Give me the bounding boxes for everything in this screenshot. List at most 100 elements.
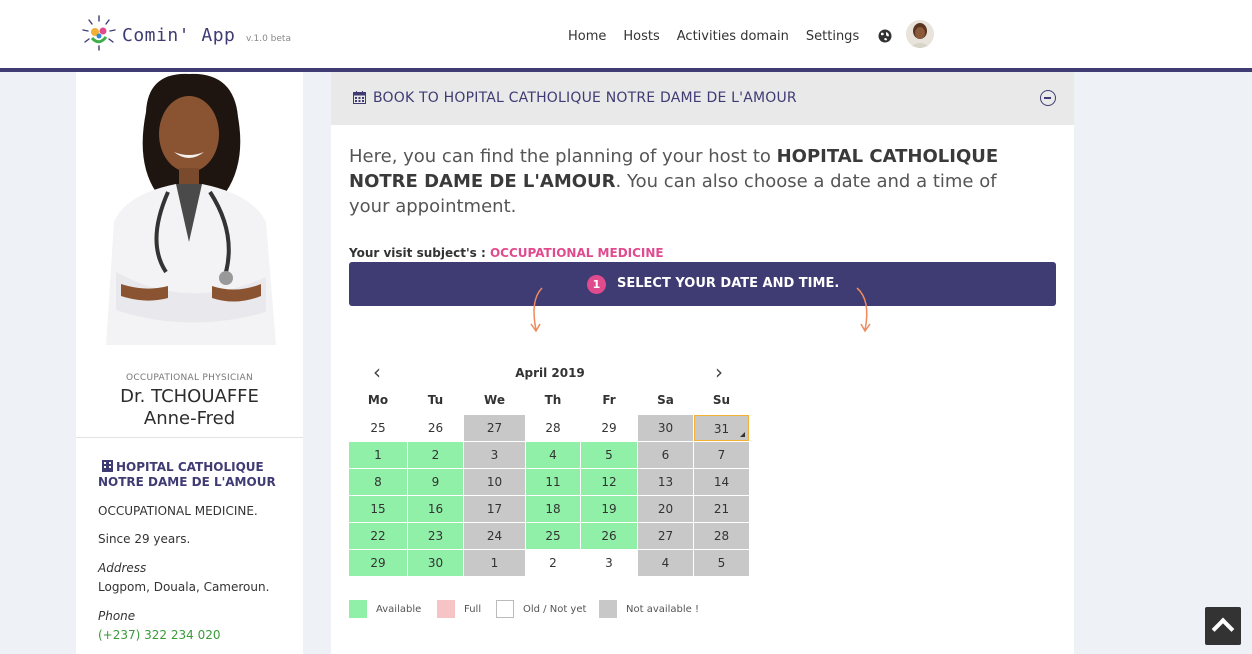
calendar-day: 28 (526, 415, 580, 441)
phone-label: Phone (98, 609, 136, 623)
visit-subject-label: Your visit subject's : (349, 246, 490, 260)
calendar-day: 30 (638, 415, 693, 441)
booking-intro: Here, you can find the planning of your … (349, 144, 1039, 219)
month-title[interactable]: April 2019 (349, 366, 751, 380)
nav-home[interactable]: Home (568, 29, 606, 44)
legend-swatch (349, 600, 367, 618)
calendar-day: 10 (464, 469, 525, 495)
scroll-to-top-button[interactable] (1205, 607, 1241, 645)
calendar-day: 14 (694, 469, 749, 495)
calendar-icon (353, 91, 366, 104)
calendar-day: 13 (638, 469, 693, 495)
calendar-day: 20 (638, 496, 693, 522)
calendar-day: 17 (464, 496, 525, 522)
experience: Since 29 years. (98, 532, 191, 546)
globe-icon[interactable] (878, 29, 892, 43)
curved-arrow-icon (530, 287, 543, 333)
calendar-day: 27 (464, 415, 525, 441)
doctor-specialty: OCCUPATIONAL PHYSICIAN (125, 373, 254, 383)
calendar-day[interactable]: 8 (349, 469, 407, 495)
legend-item: Old / Not yet (496, 600, 586, 618)
profile-divider (76, 437, 303, 438)
calendar-day: 27 (638, 523, 693, 549)
phone-value[interactable]: (+237) 322 234 020 (98, 628, 220, 642)
calendar-day[interactable]: 18 (526, 496, 580, 522)
nav-activities-domain[interactable]: Activities domain (677, 29, 789, 44)
doctor-name: Dr. TCHOUAFFE Anne-Fred (76, 386, 303, 430)
hospital-name: HOPITAL CATHOLIQUE NOTRE DAME DE L'AMOUR (98, 460, 276, 489)
calendar-day[interactable]: 22 (349, 523, 407, 549)
booking-title: BOOK TO HOPITAL CATHOLIQUE NOTRE DAME DE… (373, 90, 797, 106)
address-value: Logpom, Douala, Cameroun. (98, 580, 270, 594)
activity-domain: OCCUPATIONAL MEDICINE. (98, 504, 258, 518)
calendar-day[interactable]: 15 (349, 496, 407, 522)
user-avatar-image (906, 20, 935, 48)
weekday-header: Tu (427, 393, 444, 407)
weekday-header: Sa (657, 393, 674, 407)
calendar-day[interactable]: 2 (408, 442, 463, 468)
user-avatar[interactable] (906, 20, 935, 48)
calendar-day: 31 (694, 415, 749, 441)
calendar-day: 6 (638, 442, 693, 468)
legend-label: Available (376, 603, 422, 615)
doctor-photo (76, 72, 303, 345)
weekday-header: Fr (602, 393, 616, 407)
calendar-day[interactable]: 19 (581, 496, 637, 522)
calendar-day: 1 (464, 550, 525, 576)
calendar-day[interactable]: 16 (408, 496, 463, 522)
legend-swatch (496, 600, 514, 618)
step-banner: 1 SELECT YOUR DATE AND TIME. (349, 262, 1056, 306)
weekday-header: Mo (367, 393, 389, 407)
step-title: SELECT YOUR DATE AND TIME. (617, 276, 840, 291)
booking-panel-header: BOOK TO HOPITAL CATHOLIQUE NOTRE DAME DE… (331, 72, 1074, 125)
legend-swatch (599, 600, 617, 618)
legend-label: Old / Not yet (523, 603, 587, 615)
calendar-day[interactable]: 5 (581, 442, 637, 468)
weekday-header: Th (544, 393, 562, 407)
calendar-day[interactable]: 26 (581, 523, 637, 549)
legend-label: Not available ! (626, 603, 700, 615)
curved-arrow-icon (856, 287, 871, 333)
nav-settings[interactable]: Settings (806, 29, 859, 44)
calendar-day: 7 (694, 442, 749, 468)
weekday-header: Su (712, 393, 731, 407)
legend-item: Full (437, 600, 481, 618)
calendar-day[interactable]: 30 (408, 550, 463, 576)
calendar-day[interactable]: 9 (408, 469, 463, 495)
top-navbar: Comin' App v.1.0 beta Home Hosts Activit… (0, 0, 1252, 68)
calendar-day: 26 (408, 415, 463, 441)
calendar-day[interactable]: 29 (349, 550, 407, 576)
calendar-day: 21 (694, 496, 749, 522)
doctor-profile-card: OCCUPATIONAL PHYSICIAN Dr. TCHOUAFFE Ann… (76, 72, 303, 654)
intro-prefix: Here, you can find the planning of your … (349, 146, 777, 167)
main-nav: Home Hosts Activities domain Settings (568, 20, 935, 48)
logo-icon (82, 15, 116, 51)
doctor-name-line1: Dr. TCHOUAFFE (120, 386, 259, 407)
collapse-button[interactable] (1040, 90, 1056, 106)
calendar-day[interactable]: 1 (349, 442, 407, 468)
brand-logo-link[interactable]: Comin' App (78, 12, 235, 58)
calendar-day[interactable]: 11 (526, 469, 580, 495)
calendar-day: 28 (694, 523, 749, 549)
legend-label: Full (464, 603, 482, 615)
calendar-day: 29 (581, 415, 637, 441)
calendar-day[interactable]: 25 (526, 523, 580, 549)
calendar-day[interactable]: 23 (408, 523, 463, 549)
hospital-link[interactable]: HOPITAL CATHOLIQUE NOTRE DAME DE L'AMOUR (98, 460, 278, 490)
calendar-day: 25 (349, 415, 407, 441)
calendar-day: 3 (581, 550, 637, 576)
doctor-name-line2: Anne-Fred (143, 408, 236, 429)
brand-name: Comin' App (122, 24, 236, 46)
calendar-day: 4 (638, 550, 693, 576)
step-number-badge: 1 (587, 275, 606, 294)
calendar-day: 3 (464, 442, 525, 468)
legend-item: Available (349, 600, 421, 618)
calendar-day[interactable]: 4 (526, 442, 580, 468)
calendar-day: 5 (694, 550, 749, 576)
address-label: Address (98, 561, 147, 575)
nav-hosts[interactable]: Hosts (623, 29, 659, 44)
legend-swatch (437, 600, 455, 618)
legend-item: Not available ! (599, 600, 699, 618)
calendar-day[interactable]: 12 (581, 469, 637, 495)
visit-subject-value: OCCUPATIONAL MEDICINE (489, 246, 664, 260)
